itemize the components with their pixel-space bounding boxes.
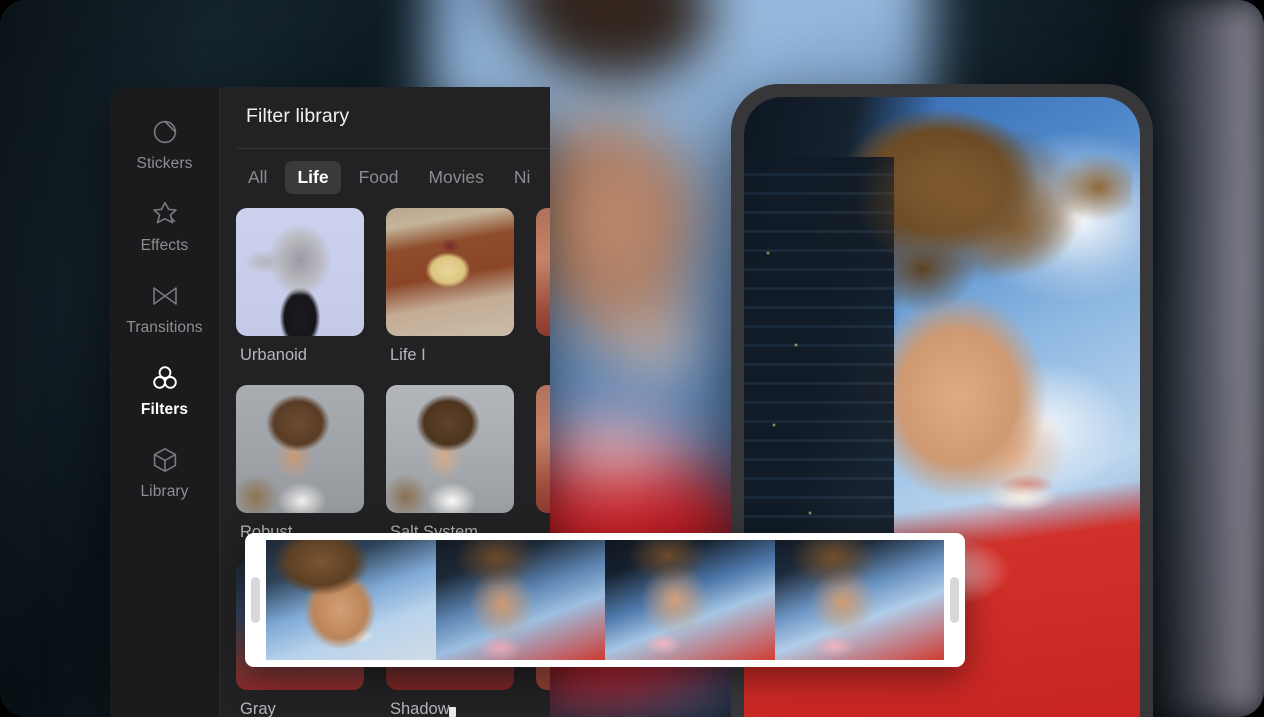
filter-label: Life I bbox=[390, 346, 426, 364]
sidebar-item-effects[interactable]: Effects bbox=[110, 187, 219, 269]
sidebar-item-label: Stickers bbox=[136, 155, 193, 172]
playhead-marker[interactable] bbox=[449, 707, 456, 717]
filmstrip-frame bbox=[774, 540, 944, 660]
sidebar-item-label: Filters bbox=[140, 401, 189, 418]
filmstrip-frame bbox=[435, 540, 605, 660]
trim-handle-left[interactable] bbox=[251, 577, 260, 623]
filter-thumbnail[interactable] bbox=[236, 385, 364, 513]
filter-card-row1-col3[interactable] bbox=[536, 208, 550, 379]
page-title: Filter library bbox=[246, 105, 350, 127]
filter-thumbnail[interactable] bbox=[386, 385, 514, 513]
sidebar-item-transitions[interactable]: Transitions bbox=[110, 269, 219, 351]
sidebar-item-stickers[interactable]: Stickers bbox=[110, 105, 219, 187]
tab-food[interactable]: Food bbox=[347, 161, 411, 194]
filter-label: Gray bbox=[240, 700, 276, 717]
editor-sidebar: Stickers Effects Transitions Filters Lib… bbox=[110, 87, 220, 717]
filter-thumbnail[interactable] bbox=[386, 208, 514, 336]
filter-card-robust[interactable]: Robust bbox=[236, 385, 368, 556]
tab-all[interactable]: All bbox=[236, 161, 279, 194]
filter-card-urbanoid[interactable]: Urbanoid bbox=[236, 208, 368, 379]
sparkle-star-icon bbox=[150, 199, 180, 229]
filter-thumbnail[interactable] bbox=[536, 208, 550, 336]
sidebar-item-filters[interactable]: Filters bbox=[110, 351, 219, 433]
tab-life[interactable]: Life bbox=[285, 161, 341, 194]
filter-card-salt-system[interactable]: Salt System bbox=[386, 385, 518, 556]
sidebar-item-library[interactable]: Library bbox=[110, 433, 219, 515]
cube-icon bbox=[150, 445, 180, 475]
filter-thumbnail[interactable] bbox=[536, 385, 550, 513]
subject-hair bbox=[802, 97, 1132, 361]
sticker-circle-icon bbox=[150, 117, 180, 147]
sidebar-item-label: Transitions bbox=[126, 319, 203, 336]
sidebar-item-label: Effects bbox=[140, 237, 189, 254]
trim-handle-right[interactable] bbox=[950, 577, 959, 623]
timeline-clip[interactable] bbox=[245, 533, 965, 667]
background-right-glow bbox=[1144, 0, 1264, 717]
filter-label bbox=[536, 690, 550, 714]
screenshot-canvas: Stickers Effects Transitions Filters Lib… bbox=[0, 0, 1264, 717]
clip-filmstrip[interactable] bbox=[266, 540, 944, 660]
filter-thumbnail[interactable] bbox=[236, 208, 364, 336]
filter-card-life-i[interactable]: Life I bbox=[386, 208, 518, 379]
tab-movies[interactable]: Movies bbox=[416, 161, 495, 194]
three-circles-icon bbox=[150, 363, 180, 393]
category-tabs: All Life Food Movies Ni bbox=[220, 149, 550, 194]
bowtie-icon bbox=[150, 281, 180, 311]
tab-night[interactable]: Ni bbox=[502, 161, 543, 194]
sidebar-item-label: Library bbox=[140, 483, 189, 500]
filter-card-row2-col3[interactable] bbox=[536, 385, 550, 556]
filmstrip-frame bbox=[605, 540, 775, 660]
filmstrip-frame bbox=[266, 540, 436, 660]
filter-label bbox=[536, 336, 550, 360]
filter-label: Urbanoid bbox=[240, 346, 307, 364]
